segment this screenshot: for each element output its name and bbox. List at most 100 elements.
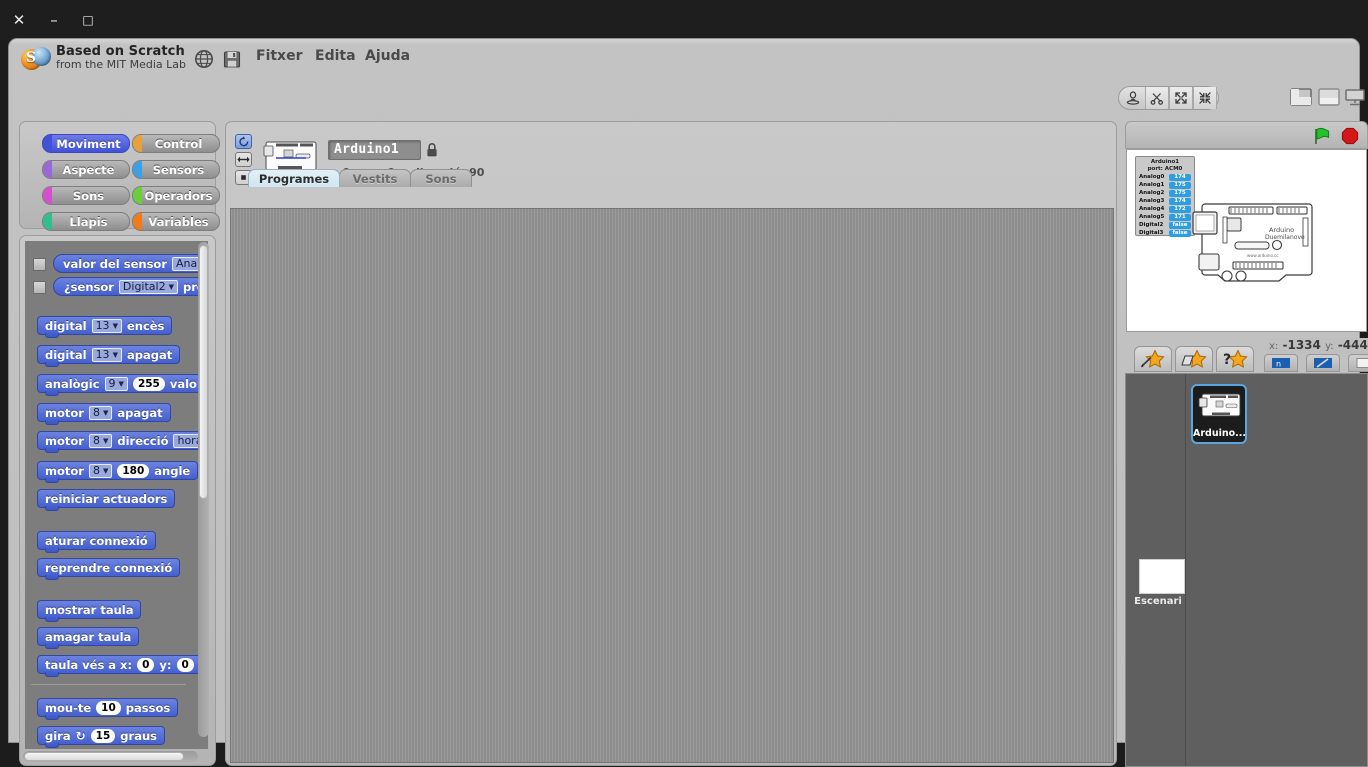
shrink-arrows-icon[interactable] <box>1193 87 1217 109</box>
block-dropdown[interactable]: 9 ▼ <box>104 376 128 391</box>
block-dropdown[interactable]: 8 ▼ <box>88 405 113 420</box>
category-control[interactable]: Control <box>132 134 220 153</box>
block-dropdown[interactable]: Digital2 ▼ <box>118 279 178 294</box>
window-close-button[interactable]: ✕ <box>9 10 29 30</box>
block-watcher-checkbox[interactable] <box>33 281 46 294</box>
grow-arrows-icon[interactable] <box>1169 87 1193 109</box>
block-number-input[interactable]: 10 <box>96 700 121 715</box>
block-label: digital <box>45 318 87 333</box>
watcher-row: Analog3 174 <box>1139 197 1191 205</box>
duplicate-stamp-icon[interactable] <box>1121 87 1145 109</box>
palette-hscroll-thumb[interactable] <box>24 752 184 761</box>
palette-block[interactable]: motor8▼direccióhorari▼ <box>37 431 208 453</box>
menu-item-ajuda[interactable]: Ajuda <box>365 48 410 64</box>
paintbrush-star-icon[interactable] <box>1134 346 1172 372</box>
watcher-label: Analog5 <box>1139 214 1165 220</box>
sensor-watcher-panel: Arduino1 port: ACM0 Analog0 174 Analog1 175… <box>1135 156 1195 237</box>
backdrop-paint-icon[interactable]: n <box>1264 354 1298 372</box>
window-titlebar: ✕ – □ <box>0 0 1368 40</box>
stage-selector-pane[interactable]: Escenari <box>1126 374 1186 766</box>
block-dropdown[interactable]: 13 ▼ <box>91 347 122 362</box>
menu-item-fitxer[interactable]: Fitxer <box>256 48 302 64</box>
category-llapis[interactable]: Llapis <box>42 212 130 231</box>
folder-star-icon[interactable] <box>1175 346 1213 372</box>
palette-vscroll-thumb[interactable] <box>199 245 208 499</box>
palette-block[interactable]: analògic 9 ▼ 255 valor <box>37 374 208 396</box>
block-dropdown[interactable]: 8 ▼ <box>88 433 113 448</box>
block-dropdown[interactable]: 8 ▼ <box>88 463 113 478</box>
palette-horizontal-scrollbar[interactable] <box>23 751 198 762</box>
block-dropdown[interactable]: 13 ▼ <box>91 318 122 333</box>
presentation-icon[interactable] <box>1344 87 1366 107</box>
category-color-swatch <box>133 135 142 152</box>
category-sons[interactable]: Sons <box>42 186 130 205</box>
palette-block[interactable]: ¿sensorDigital2▼premut? <box>53 277 208 296</box>
palette-block[interactable]: valor del sensorAnalog0▼ <box>53 254 208 273</box>
coord-x-label: x: <box>1269 341 1279 352</box>
layout-normal-icon[interactable] <box>1290 87 1312 107</box>
category-color-swatch <box>133 213 142 230</box>
category-aspecte[interactable]: Aspecte <box>42 160 130 179</box>
stage-canvas[interactable]: Arduino1 port: ACM0 Analog0 174 Analog1 175… <box>1126 149 1367 332</box>
block-number-input[interactable]: 255 <box>132 376 165 391</box>
block-number-input[interactable]: 0 <box>176 657 194 672</box>
window-minimize-button[interactable]: – <box>44 10 64 30</box>
category-label: Aspecte <box>62 162 115 177</box>
scripts-canvas[interactable] <box>230 208 1114 763</box>
stage-thumbnail[interactable] <box>1139 559 1185 594</box>
stage-label: Escenari <box>1134 596 1182 607</box>
palette-block[interactable]: reprendre connexió <box>37 558 181 580</box>
menu-item-edita[interactable]: Edita <box>315 48 356 64</box>
list-item[interactable]: Arduino... <box>1191 384 1247 444</box>
palette-block[interactable]: taula vés a x: 0 y: 0 <box>37 655 202 677</box>
block-label: motor <box>45 433 84 448</box>
scissors-icon[interactable] <box>1145 87 1169 109</box>
palette-vertical-scrollbar[interactable] <box>198 242 209 737</box>
block-watcher-checkbox[interactable] <box>33 258 46 271</box>
block-number-input[interactable]: 0 <box>137 657 155 672</box>
lock-closed-icon[interactable] <box>426 142 438 158</box>
backdrop-import-icon[interactable] <box>1306 354 1340 372</box>
palette-block[interactable]: digital 13 ▼ apagat <box>37 345 181 367</box>
category-color-swatch <box>133 187 142 204</box>
globe-icon[interactable] <box>193 48 215 70</box>
category-sensors[interactable]: Sensors <box>132 160 220 179</box>
category-operadors[interactable]: Operadors <box>132 186 220 205</box>
palette-block[interactable]: mostrar taula <box>37 600 142 622</box>
category-moviment[interactable]: Moviment <box>42 134 130 153</box>
palette-block[interactable]: motor 8 ▼ apagat <box>37 403 171 425</box>
palette-block[interactable]: mou-te 10 passos <box>37 698 179 720</box>
save-floppy-icon[interactable] <box>221 48 243 70</box>
tab-vestits[interactable]: Vestits <box>339 169 411 187</box>
sprite-info-header: Arduino1 x: 0 y: 0 direcció: 90 Programe… <box>226 122 1116 187</box>
category-label: Sensors <box>152 162 205 177</box>
palette-block[interactable]: digital 13 ▼ encès <box>37 316 173 338</box>
category-variables[interactable]: Variables <box>132 212 220 231</box>
palette-block[interactable]: amagar taula <box>37 627 140 649</box>
chevron-down-icon: ▼ <box>102 436 109 445</box>
question-star-icon[interactable]: ? <box>1216 346 1254 372</box>
palette-block[interactable]: aturar connexió <box>37 531 156 553</box>
block-category-palette: Moviment Control Aspecte Sensors Sons Operado… <box>19 121 220 231</box>
arduino-board-image: Arduino Duemilanove www.arduino.cc <box>1191 188 1326 293</box>
chevron-down-icon: ▼ <box>118 379 124 388</box>
backdrop-blank-icon[interactable] <box>1348 354 1368 372</box>
stop-sign-icon[interactable] <box>1341 127 1359 145</box>
palette-block[interactable]: reiniciar actuadors <box>37 489 176 511</box>
block-label: apagat <box>126 347 173 362</box>
layout-small-icon[interactable] <box>1318 87 1340 107</box>
block-number-input[interactable]: 180 <box>117 463 150 478</box>
sprite-name-field[interactable]: Arduino1 <box>328 140 421 160</box>
block-label: y: <box>159 657 172 672</box>
palette-block[interactable]: motor 8 ▼ 180 angle <box>37 461 199 483</box>
palette-block[interactable]: gira ↻ 15 graus <box>37 726 165 748</box>
category-label: Llapis <box>69 214 108 229</box>
flip-lr-icon[interactable] <box>235 152 252 167</box>
green-flag-icon[interactable] <box>1312 126 1332 146</box>
tab-sons[interactable]: Sons <box>410 169 472 187</box>
block-number-input[interactable]: 15 <box>90 728 116 743</box>
rotate-free-icon[interactable] <box>235 134 252 149</box>
palette-block-row: reiniciar actuadors <box>25 489 195 511</box>
tab-programes[interactable]: Programes <box>248 169 340 187</box>
window-maximize-button[interactable]: □ <box>78 10 98 30</box>
